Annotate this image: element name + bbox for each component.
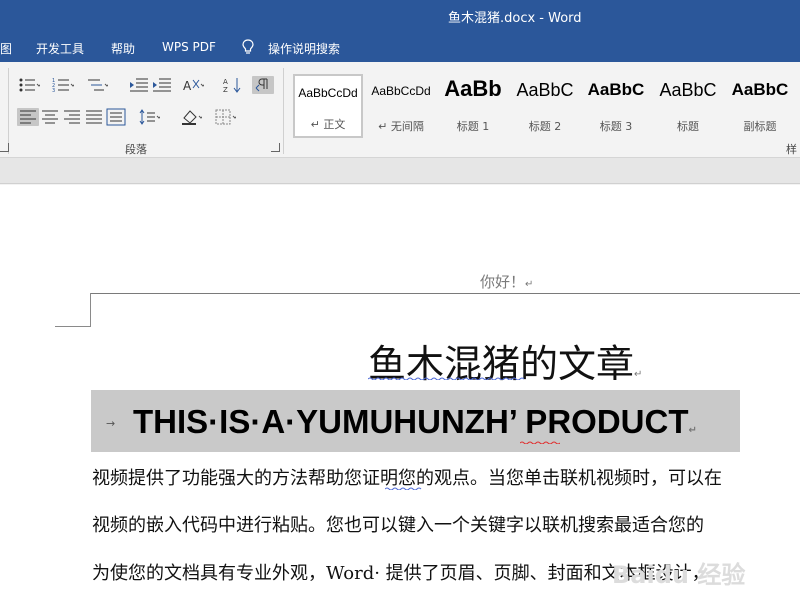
style-name: 副标题 xyxy=(743,120,777,133)
style-normal[interactable]: AaBbCcDd ↵ 正文 xyxy=(293,74,363,138)
ribbon-separator xyxy=(283,68,284,154)
grammar-squiggle xyxy=(368,377,524,380)
style-subtitle[interactable]: AaBbC 副标题 xyxy=(725,74,795,138)
show-hide-marks-icon[interactable] xyxy=(252,76,274,94)
paragraph-mark: ↵ xyxy=(688,425,697,436)
style-sample: AaBbCcDd xyxy=(298,86,358,100)
grammar-squiggle xyxy=(385,487,422,490)
chinese-layout-icon[interactable]: A xyxy=(182,76,204,94)
style-heading-1[interactable]: AaBb 标题 1 xyxy=(438,74,508,138)
numbering-icon[interactable]: 123 xyxy=(52,76,74,94)
document-heading[interactable]: THIS·IS·A·YUMUHUNZH’ PRODUCT↵ xyxy=(133,403,697,441)
paragraph-group-label: 段落 xyxy=(125,143,147,156)
svg-text:A: A xyxy=(183,79,192,93)
tell-me-search[interactable]: 操作说明搜索 xyxy=(268,40,340,57)
paragraph-mark: ↵ xyxy=(634,369,643,380)
style-heading-3[interactable]: AaBbC 标题 3 xyxy=(581,74,651,138)
lightbulb-icon[interactable] xyxy=(242,39,254,55)
spelling-squiggle xyxy=(520,441,560,444)
ruler-strip xyxy=(0,158,800,184)
style-sample: AaBbC xyxy=(587,80,645,99)
ribbon-separator xyxy=(8,68,9,154)
ribbon: 123 A AZ 段落 AaBbCcDd ↵ 正文 AaBbCcDd ↵ 无间隔… xyxy=(0,62,800,158)
svg-text:Z: Z xyxy=(223,86,228,94)
page-header-text[interactable]: 你好！↵ xyxy=(480,271,533,292)
paragraph-mark: ↵ xyxy=(525,279,534,290)
baidu-watermark: Baidu 经验 xyxy=(612,561,746,589)
svg-text:A: A xyxy=(223,78,228,86)
decrease-indent-icon[interactable] xyxy=(128,76,150,94)
style-title[interactable]: AaBbC 标题 xyxy=(653,74,723,138)
multilevel-list-icon[interactable] xyxy=(86,76,108,94)
crop-mark xyxy=(55,326,91,327)
style-heading-2[interactable]: AaBbC 标题 2 xyxy=(510,74,580,138)
align-center-icon[interactable] xyxy=(39,108,61,126)
header-divider xyxy=(90,293,800,294)
style-sample: AaBb xyxy=(444,76,502,101)
style-name: 标题 1 xyxy=(456,120,490,133)
paragraph-dialog-launcher[interactable] xyxy=(271,143,280,152)
styles-group-label: 样 xyxy=(786,143,797,156)
distributed-icon[interactable] xyxy=(105,108,127,126)
tab-developer[interactable]: 开发工具 xyxy=(36,40,84,57)
shading-icon[interactable] xyxy=(180,108,202,126)
ribbon-tabs: 图 开发工具 帮助 WPS PDF 操作说明搜索 xyxy=(0,32,800,62)
style-name: 标题 3 xyxy=(599,120,633,133)
bullets-icon[interactable] xyxy=(18,76,40,94)
sort-icon[interactable]: AZ xyxy=(222,76,244,94)
align-right-icon[interactable] xyxy=(61,108,83,126)
window-title: 鱼木混猪.docx - Word xyxy=(448,11,582,26)
justify-icon[interactable] xyxy=(83,108,105,126)
style-sample: AaBbC xyxy=(731,80,789,99)
document-page[interactable]: 你好！↵ 鱼木混猪的文章↵ → THIS·IS·A·YUMUHUNZH’ PRO… xyxy=(0,185,800,600)
borders-icon[interactable] xyxy=(214,108,236,126)
style-sample: AaBbCcDd xyxy=(371,84,431,98)
tab-mark: → xyxy=(106,417,116,430)
tab-wps-pdf[interactable]: WPS PDF xyxy=(162,40,216,54)
style-name: ↵ 正文 xyxy=(310,118,346,131)
svg-text:3: 3 xyxy=(52,88,55,94)
crop-mark xyxy=(90,293,91,327)
style-name: 标题 2 xyxy=(528,120,562,133)
line-spacing-icon[interactable] xyxy=(138,108,160,126)
font-dialog-launcher[interactable] xyxy=(0,143,9,152)
style-no-spacing[interactable]: AaBbCcDd ↵ 无间隔 xyxy=(366,74,436,138)
tab-help[interactable]: 帮助 xyxy=(111,40,135,57)
style-sample: AaBbC xyxy=(516,80,574,100)
title-bar: 鱼木混猪.docx - Word xyxy=(0,0,800,32)
increase-indent-icon[interactable] xyxy=(151,76,173,94)
tab-view[interactable]: 图 xyxy=(0,40,12,57)
align-left-icon[interactable] xyxy=(17,108,39,126)
style-name: 标题 xyxy=(677,120,699,133)
style-name: ↵ 无间隔 xyxy=(378,120,424,133)
style-sample: AaBbC xyxy=(659,80,717,100)
body-text-line[interactable]: 视频的嵌入代码中进行粘贴。您也可以键入一个关键字以联机搜索最适合您的 xyxy=(92,511,704,537)
